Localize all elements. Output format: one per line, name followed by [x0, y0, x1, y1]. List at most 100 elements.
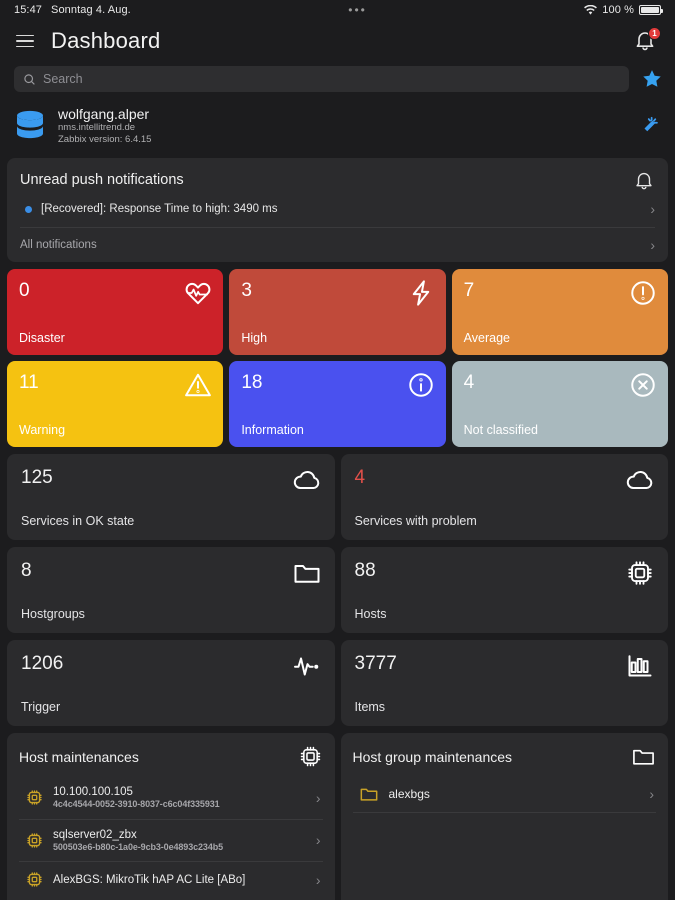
status-time: 15:47 — [14, 4, 43, 16]
more-dots-icon: ••• — [348, 3, 367, 17]
stat-card-items[interactable]: 3777 Items — [340, 640, 668, 726]
stat-label: Hosts — [354, 607, 387, 621]
chevron-right-icon: › — [650, 201, 655, 217]
stat-card-hosts[interactable]: 88 Hosts — [340, 547, 668, 633]
stat-label: Hostgroups — [21, 607, 85, 621]
chip-icon — [25, 788, 44, 807]
status-bar-left: 15:47 Sonntag 4. Aug. — [14, 4, 131, 16]
severity-count: 18 — [241, 372, 263, 393]
severity-tile-disaster[interactable]: 0 Disaster — [7, 269, 224, 355]
chip-icon — [25, 831, 44, 850]
severity-tile-high[interactable]: 3 High — [229, 269, 446, 355]
search-box[interactable] — [14, 66, 629, 92]
bolt-icon — [407, 279, 435, 307]
push-notifications-card: Unread push notifications [Recovered]: R… — [7, 158, 668, 262]
account-name: wolfgang.alper — [58, 106, 150, 122]
stat-card-services-ok[interactable]: 125 Services in OK state — [7, 454, 335, 540]
chevron-right-icon: › — [649, 785, 654, 802]
chevron-right-icon: › — [315, 789, 321, 806]
host-maintenance-body: AlexBGS: MikroTik hAP AC Lite [ABo] — [53, 873, 307, 887]
cloud-icon — [625, 465, 655, 495]
warning-triangle-icon — [184, 371, 212, 399]
wifi-icon — [584, 5, 598, 15]
status-bar: 15:47 Sonntag 4. Aug. ••• 100 % — [0, 0, 675, 20]
bell-outline-icon — [636, 172, 652, 190]
account-row[interactable]: wolfgang.alper nms.intellitrend.de Zabbi… — [0, 96, 675, 154]
stat-value: 8 — [21, 560, 32, 581]
host-maintenances-panel: Host maintenances 10.100.100.105 4c4c454… — [7, 733, 335, 900]
stat-value: 125 — [21, 467, 53, 488]
severity-tile-average[interactable]: 7 Average — [451, 269, 668, 355]
account-text: wolfgang.alper nms.intellitrend.de Zabbi… — [58, 106, 627, 146]
stat-value: 4 — [354, 467, 366, 488]
page-title: Dashboard — [51, 28, 161, 53]
host-maintenance-name: 10.100.100.105 — [53, 786, 133, 798]
push-notifications-header: Unread push notifications — [20, 169, 655, 191]
account-version: Zabbix version: 6.4.15 — [58, 134, 152, 145]
pulse-icon — [292, 651, 322, 681]
host-maintenance-row[interactable]: 10.100.100.105 4c4c4544-0052-3910-8037-c… — [19, 777, 323, 820]
notification-text: [Recovered]: Response Time to high: 3490… — [41, 203, 278, 215]
stat-value: 88 — [354, 560, 376, 581]
notification-badge: 1 — [648, 27, 661, 40]
host-maintenance-row[interactable]: AlexBGS: MikroTik hAP AC Lite [ABo] › — [19, 862, 323, 897]
severity-tile-warning[interactable]: 11 Warning — [7, 361, 224, 447]
database-icon — [14, 109, 46, 143]
status-bar-right: 100 % — [584, 4, 663, 16]
host-maintenance-row[interactable]: sqlserver02_zbx 500503e6-b80c-1a0e-9cb3-… — [19, 820, 323, 862]
chevron-right-icon: › — [315, 832, 321, 849]
stat-cards-row-3: 1206 Trigger 3777 Items — [7, 640, 668, 726]
stat-label: Items — [354, 700, 386, 714]
host-maintenances-header: Host maintenances — [19, 744, 323, 777]
severity-label: High — [241, 331, 268, 345]
battery-percent: 100 % — [602, 4, 634, 16]
hamburger-menu-icon[interactable] — [16, 34, 34, 48]
push-notifications-title: Unread push notifications — [20, 172, 184, 188]
host-maintenance-uuid: 4c4c4544-0052-3910-8037-c6c04f335931 — [53, 799, 220, 809]
magic-wand-icon[interactable] — [639, 115, 661, 137]
notification-item[interactable]: [Recovered]: Response Time to high: 3490… — [20, 191, 655, 228]
host-maintenance-name: sqlserver02_zbx — [53, 828, 137, 841]
status-date: Sonntag 4. Aug. — [51, 4, 131, 16]
maintenance-panels: Host maintenances 10.100.100.105 4c4c454… — [7, 733, 668, 900]
host-maintenance-name: AlexBGS: MikroTik hAP AC Lite [ABo] — [53, 873, 246, 886]
stat-card-trigger[interactable]: 1206 Trigger — [7, 640, 335, 726]
stat-card-services-problem[interactable]: 4 Services with problem — [340, 454, 668, 540]
stat-label: Trigger — [21, 700, 61, 714]
severity-tile-not-classified[interactable]: 4 Not classified — [451, 361, 668, 447]
host-maintenance-body: sqlserver02_zbx 500503e6-b80c-1a0e-9cb3-… — [53, 828, 307, 854]
severity-count: 4 — [463, 372, 475, 393]
chip-icon — [25, 870, 44, 889]
stat-label: Services with problem — [354, 514, 477, 528]
search-input[interactable] — [43, 72, 620, 86]
host-group-maintenances-panel: Host group maintenances alexbgs › — [340, 733, 668, 900]
severity-tiles: 0 Disaster 3 High 7 Average 11 Warning 1… — [7, 269, 668, 447]
bar-chart-icon — [625, 651, 655, 681]
chip-icon — [300, 746, 320, 767]
folder-icon — [359, 784, 378, 803]
all-notifications-link[interactable]: All notifications › — [20, 228, 655, 254]
severity-count: 11 — [19, 372, 39, 393]
account-server: nms.intellitrend.de — [58, 122, 136, 133]
exclamation-circle-icon — [629, 279, 657, 307]
heartbeat-icon — [184, 279, 212, 307]
star-icon[interactable] — [641, 68, 663, 90]
search-row — [0, 62, 675, 96]
host-group-maintenances-header: Host group maintenances — [353, 744, 657, 777]
chevron-right-icon: › — [315, 871, 321, 888]
severity-label: Not classified — [463, 423, 538, 437]
severity-tile-information[interactable]: 18 Information — [229, 361, 446, 447]
stat-cards-row-1: 125 Services in OK state 4 Services with… — [7, 454, 668, 540]
chevron-right-icon: › — [650, 237, 655, 253]
stat-card-hostgroups[interactable]: 8 Hostgroups — [7, 547, 335, 633]
severity-label: Disaster — [19, 331, 65, 345]
battery-full-icon — [639, 5, 663, 15]
stat-value: 3777 — [354, 653, 397, 674]
status-bar-center: ••• — [131, 4, 584, 16]
severity-count: 3 — [241, 280, 252, 301]
app-bar: Dashboard 1 — [0, 20, 675, 62]
host-maintenance-body: 10.100.100.105 4c4c4544-0052-3910-8037-c… — [53, 785, 307, 811]
host-group-maintenance-row[interactable]: alexbgs › — [352, 777, 656, 813]
notifications-button[interactable]: 1 — [633, 27, 661, 54]
severity-label: Information — [241, 423, 304, 437]
